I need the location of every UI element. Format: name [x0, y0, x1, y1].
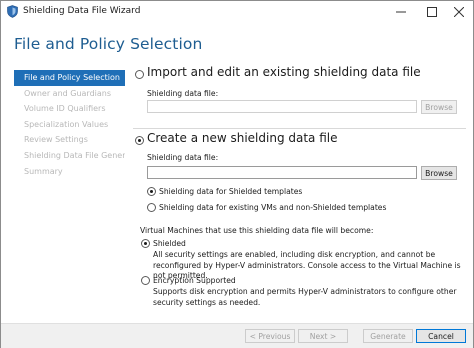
import-browse-button[interactable]: Browse	[421, 100, 457, 114]
nav-item-volume-id-qualifiers: Volume ID Qualifiers	[24, 104, 106, 114]
minimize-button[interactable]	[386, 1, 415, 23]
import-file-field-label: Shielding data file:	[147, 89, 219, 98]
nav-item-owner-and-guardians: Owner and Guardians	[24, 88, 112, 98]
shielded-templates-radio[interactable]	[147, 187, 156, 196]
create-file-input[interactable]	[147, 166, 417, 179]
shielded-templates-label: Shielding data for Shielded templates	[159, 187, 303, 196]
existing-vms-label: Shielding data for existing VMs and non-…	[159, 203, 387, 212]
nav-item-review-settings: Review Settings	[24, 135, 88, 145]
import-existing-radio[interactable]	[135, 70, 144, 79]
title-bar[interactable]: Shielding Data File Wizard	[1, 1, 473, 23]
create-new-label: Create a new shielding data file	[147, 131, 338, 145]
nav-item-shielding-data-file-generation: Shielding Data File Gener...	[24, 150, 125, 160]
create-browse-button[interactable]: Browse	[421, 166, 457, 180]
wizard-steps-nav: File and Policy Selection Owner and Guar…	[14, 70, 125, 179]
create-new-radio[interactable]	[135, 136, 144, 145]
shielded-policy-radio[interactable]	[141, 239, 150, 248]
generate-button[interactable]: Generate	[363, 329, 413, 343]
encryption-supported-description: Supports disk encryption and permits Hyp…	[153, 287, 457, 307]
close-button[interactable]	[444, 1, 473, 23]
window-title: Shielding Data File Wizard	[23, 6, 141, 16]
encryption-supported-label: Encryption Supported	[153, 276, 236, 285]
maximize-button[interactable]	[417, 1, 446, 23]
shielded-policy-label: Shielded	[153, 239, 186, 248]
minimize-icon	[395, 11, 406, 13]
close-icon	[453, 7, 464, 17]
nav-item-summary: Summary	[24, 166, 63, 176]
existing-vms-radio[interactable]	[147, 203, 156, 212]
policy-heading: Virtual Machines that use this shielding…	[140, 226, 374, 235]
import-file-input[interactable]	[147, 100, 417, 113]
shield-icon	[7, 5, 18, 18]
next-button[interactable]: Next >	[298, 329, 348, 343]
import-existing-label: Import and edit an existing shielding da…	[147, 65, 421, 79]
nav-item-file-and-policy-selection[interactable]: File and Policy Selection	[14, 70, 125, 86]
encryption-supported-radio[interactable]	[141, 276, 150, 285]
section-divider	[133, 128, 466, 129]
previous-button[interactable]: < Previous	[245, 329, 295, 343]
page-title: File and Policy Selection	[14, 35, 203, 53]
nav-item-specialization-values: Specialization Values	[24, 119, 109, 129]
cancel-button[interactable]: Cancel	[416, 329, 466, 343]
create-file-field-label: Shielding data file:	[147, 153, 219, 162]
wizard-footer: < Previous Next > Generate Cancel	[1, 323, 473, 348]
wizard-window: Shielding Data File Wizard File and Poli…	[0, 0, 474, 348]
maximize-icon	[426, 7, 437, 17]
